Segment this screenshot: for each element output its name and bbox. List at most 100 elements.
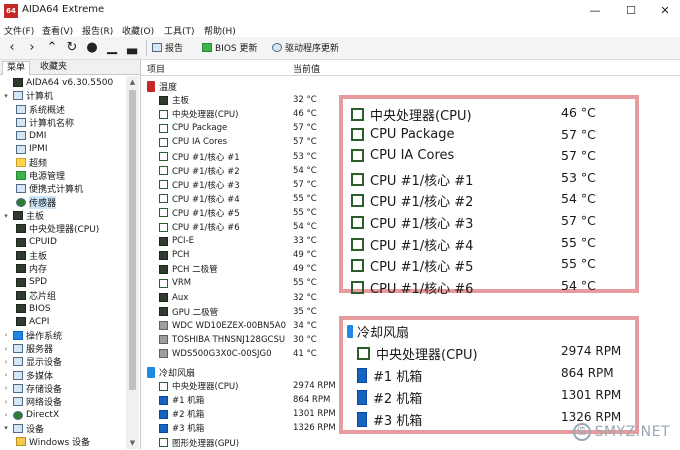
tree-item[interactable]: 芯片组 bbox=[16, 289, 56, 302]
expander-icon[interactable]: › bbox=[2, 358, 10, 366]
menu-tools[interactable]: 工具(T) bbox=[164, 24, 195, 37]
sensor-row[interactable]: CPU #1/核心 #5 bbox=[159, 206, 240, 220]
expander-icon[interactable]: › bbox=[2, 411, 10, 419]
expander-icon[interactable]: › bbox=[2, 398, 10, 406]
sensor-row[interactable]: PCH 二极管 bbox=[159, 262, 218, 276]
dmi-icon bbox=[16, 131, 26, 141]
sensor-row[interactable]: VRM bbox=[159, 276, 191, 290]
sensor-row[interactable]: CPU Package bbox=[159, 121, 227, 135]
tree-item[interactable]: 传感器 bbox=[16, 195, 57, 209]
close-button[interactable]: ✕ bbox=[650, 2, 680, 20]
tree-item[interactable]: 中央处理器(CPU) bbox=[16, 222, 99, 235]
tree-item[interactable]: 系统概述 bbox=[16, 103, 65, 116]
tree-item[interactable]: ▾ 计算机 bbox=[2, 89, 53, 102]
tree-item[interactable]: 主板 bbox=[16, 249, 47, 262]
sensor-row[interactable]: TOSHIBA THNSNJ128GCSU bbox=[159, 333, 285, 347]
menu-report[interactable]: 报告(R) bbox=[82, 24, 113, 37]
scroll-down-icon[interactable]: ▼ bbox=[126, 437, 139, 449]
tab-favorites[interactable]: 收藏夹 bbox=[36, 61, 71, 74]
tree-item[interactable]: ▾ 设备 bbox=[2, 422, 44, 435]
sensor-row[interactable]: PCI-E bbox=[159, 234, 194, 248]
user-icon[interactable]: ● bbox=[84, 39, 100, 57]
maximize-button[interactable]: ☐ bbox=[616, 2, 646, 20]
menu-view[interactable]: 查看(V) bbox=[42, 24, 73, 37]
sensor-row[interactable]: WDS500G3X0C-00SJG0 bbox=[159, 347, 272, 361]
up-icon[interactable]: ⌃ bbox=[44, 39, 60, 57]
tree-item[interactable]: › 存储设备 bbox=[2, 382, 62, 395]
expander-icon[interactable]: › bbox=[2, 345, 10, 353]
expander-icon[interactable]: ▾ bbox=[2, 92, 10, 100]
sensor-row[interactable]: #3 机箱 bbox=[159, 421, 204, 435]
display-icon bbox=[13, 357, 23, 367]
tree-item[interactable]: 计算机名称 bbox=[16, 116, 74, 129]
tree-item[interactable]: BIOS bbox=[16, 302, 51, 315]
column-header: 项目 当前值 bbox=[141, 60, 680, 76]
expander-icon[interactable]: › bbox=[2, 384, 10, 392]
back-icon[interactable]: ‹ bbox=[4, 39, 20, 57]
sensor-row[interactable]: 主板 bbox=[159, 93, 189, 107]
expander-icon[interactable]: ▾ bbox=[2, 424, 10, 432]
tree-item[interactable]: 超频 bbox=[16, 156, 47, 169]
tree-item[interactable]: › 多媒体 bbox=[2, 369, 53, 382]
sensor-row[interactable]: CPU #1/核心 #4 bbox=[159, 192, 240, 206]
tree-item[interactable]: › 操作系统 bbox=[2, 329, 62, 342]
tree-item[interactable]: SPD bbox=[16, 276, 47, 289]
tree-item[interactable]: CPUID bbox=[16, 236, 57, 249]
tree-item[interactable]: › DirectX bbox=[2, 409, 60, 422]
bios-update-button[interactable]: BIOS 更新 bbox=[202, 41, 258, 54]
tab-menu[interactable]: 菜单 bbox=[2, 61, 31, 75]
tree-item[interactable]: DMI bbox=[16, 129, 46, 142]
tree-item[interactable]: 内存 bbox=[16, 262, 47, 275]
zoom-temperature-row: CPU #1/核心 #1 bbox=[351, 170, 473, 189]
menu-help[interactable]: 帮助(H) bbox=[204, 24, 236, 37]
chart-icon-2[interactable]: ▃ bbox=[124, 39, 140, 57]
sensor-row[interactable]: CPU #1/核心 #1 bbox=[159, 150, 240, 164]
report-button[interactable]: 报告 bbox=[152, 41, 183, 54]
tree-item[interactable]: ▾ 主板 bbox=[2, 209, 44, 222]
sensor-row[interactable]: WDC WD10EZEX-00BN5A0 bbox=[159, 319, 286, 333]
scroll-up-icon[interactable]: ▲ bbox=[126, 76, 139, 88]
tree-item[interactable]: ACPI bbox=[16, 315, 49, 328]
menu-file[interactable]: 文件(F) bbox=[4, 24, 34, 37]
sensor-row[interactable]: 图形处理器(GPU) bbox=[159, 436, 239, 450]
minimize-button[interactable]: — bbox=[580, 2, 610, 20]
expander-icon[interactable]: › bbox=[2, 371, 10, 379]
chart-icon[interactable]: ▁ bbox=[104, 39, 120, 57]
tree-item[interactable]: 电源管理 bbox=[16, 169, 65, 182]
driver-update-button[interactable]: 驱动程序更新 bbox=[272, 41, 339, 54]
menu-favorites[interactable]: 收藏(O) bbox=[122, 24, 154, 37]
refresh-icon[interactable]: ↻ bbox=[64, 39, 80, 57]
column-value[interactable]: 当前值 bbox=[293, 62, 320, 75]
sensor-value: 34 °C bbox=[293, 320, 317, 331]
tree-item[interactable]: › 网络设备 bbox=[2, 395, 62, 408]
sensor-row[interactable]: CPU #1/核心 #3 bbox=[159, 178, 240, 192]
sensor-row[interactable]: #1 机箱 bbox=[159, 393, 204, 407]
sensor-row[interactable]: CPU #1/核心 #6 bbox=[159, 220, 240, 234]
sensor-row[interactable]: #2 机箱 bbox=[159, 407, 204, 421]
expander-icon[interactable]: ▾ bbox=[2, 212, 10, 220]
column-item[interactable]: 项目 bbox=[147, 62, 165, 75]
sensor-row[interactable]: CPU #1/核心 #2 bbox=[159, 164, 240, 178]
tree-item[interactable]: Windows 设备 bbox=[16, 435, 90, 448]
sensor-category[interactable]: 温度 bbox=[147, 79, 177, 93]
sensor-row[interactable]: 中央处理器(CPU) bbox=[159, 107, 238, 121]
tree-item-label: IPMI bbox=[29, 144, 48, 154]
forward-icon[interactable]: › bbox=[24, 39, 40, 57]
sensor-row[interactable]: Aux bbox=[159, 291, 188, 305]
scrollbar-thumb[interactable] bbox=[129, 90, 136, 390]
zoom-sensor-label: 中央处理器(CPU) bbox=[370, 109, 472, 124]
tree-item-label: 中央处理器(CPU) bbox=[29, 225, 100, 236]
tree-item[interactable]: AIDA64 v6.30.5500 bbox=[2, 76, 113, 89]
sensor-row[interactable]: 中央处理器(CPU) bbox=[159, 379, 238, 393]
sensor-row[interactable]: GPU 二极管 bbox=[159, 305, 218, 319]
tree-item[interactable]: IPMI bbox=[16, 143, 48, 156]
tree-item[interactable]: › 显示设备 bbox=[2, 355, 62, 368]
tree-item[interactable]: › 服务器 bbox=[2, 342, 53, 355]
overclock-icon bbox=[16, 157, 26, 167]
sensor-category[interactable]: 冷却风扇 bbox=[147, 365, 195, 379]
sensor-row[interactable]: PCH bbox=[159, 248, 189, 262]
sensor-row[interactable]: CPU IA Cores bbox=[159, 135, 227, 149]
expander-icon[interactable]: › bbox=[2, 331, 10, 339]
tree-scrollbar[interactable]: ▲ ▼ bbox=[126, 76, 139, 449]
tree-item[interactable]: 便携式计算机 bbox=[16, 182, 83, 195]
